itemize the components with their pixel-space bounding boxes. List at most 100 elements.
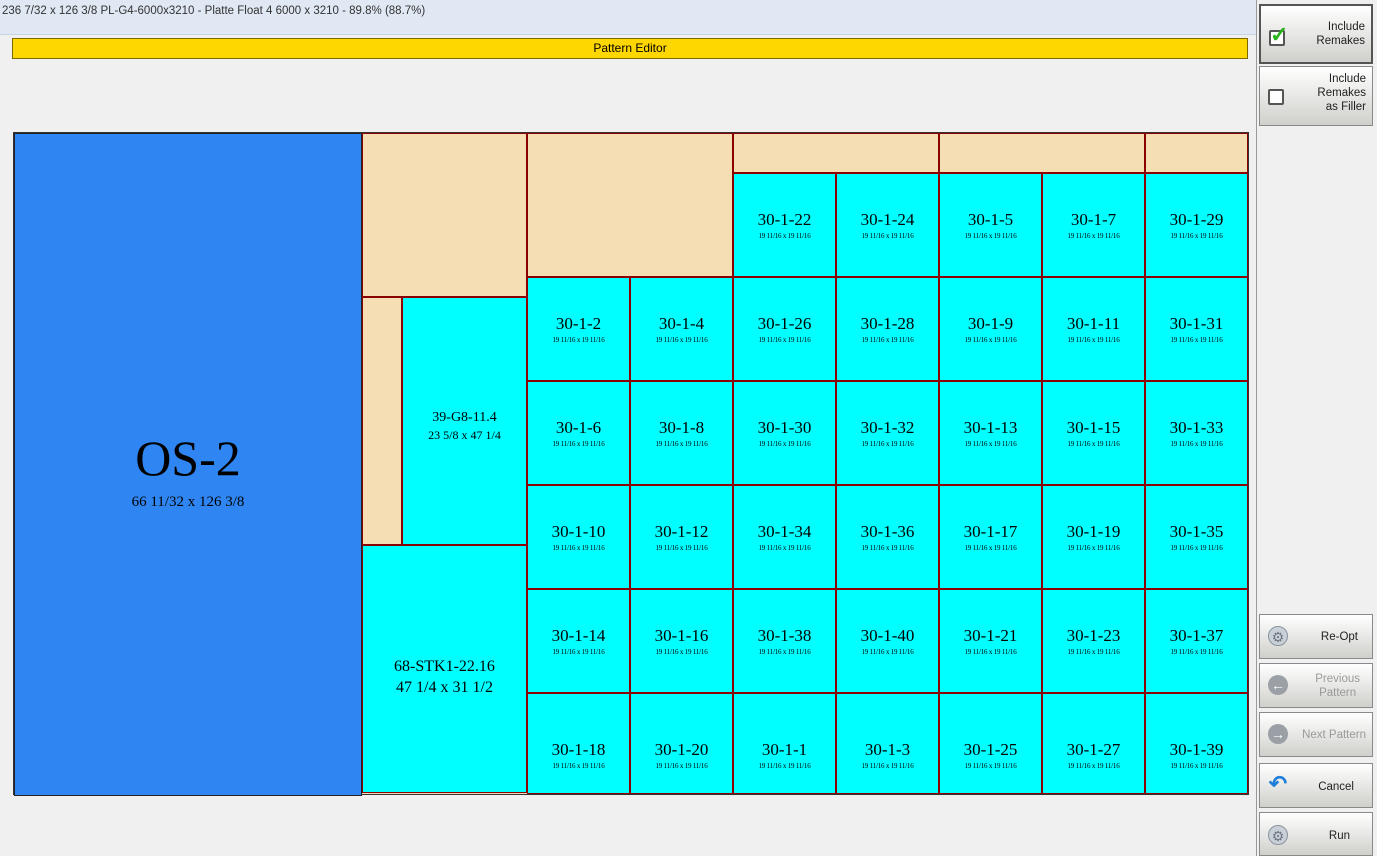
- piece-dimensions: 19 11/16 x 19 11/16: [861, 544, 914, 552]
- include-remakes-toggle[interactable]: ✓ Include Remakes: [1259, 4, 1373, 64]
- window-title: 236 7/32 x 126 3/8 PL-G4-6000x3210 - Pla…: [2, 5, 426, 17]
- part-piece[interactable]: 30-1-37 19 11/16 x 19 11/16: [1145, 589, 1248, 693]
- part-piece[interactable]: 30-1-7 19 11/16 x 19 11/16: [1042, 173, 1145, 277]
- part-piece[interactable]: 30-1-21 19 11/16 x 19 11/16: [939, 589, 1042, 693]
- part-piece[interactable]: 30-1-5 19 11/16 x 19 11/16: [939, 173, 1042, 277]
- piece-dimensions: 19 11/16 x 19 11/16: [1067, 336, 1120, 344]
- offcut-piece-os-2[interactable]: OS-2 66 11/32 x 126 3/8: [14, 133, 362, 796]
- cutting-pattern-sheet[interactable]: OS-2 66 11/32 x 126 3/8 39-G8-11.4 23 5/…: [13, 132, 1249, 796]
- piece-label: 30-1-3: [864, 740, 911, 759]
- piece-label: 30-1-24: [860, 210, 915, 229]
- piece-dimensions: 19 11/16 x 19 11/16: [552, 762, 605, 770]
- part-piece[interactable]: 30-1-25 19 11/16 x 19 11/16: [939, 693, 1042, 794]
- piece-dimensions: 47 1/4 x 31 1/2: [396, 679, 493, 696]
- piece-dimensions: 66 11/32 x 126 3/8: [131, 494, 245, 510]
- cancel-button[interactable]: ↶ Cancel: [1259, 763, 1373, 808]
- include-remakes-checkbox[interactable]: ✓: [1269, 24, 1288, 46]
- previous-pattern-button[interactable]: ← Previous Pattern: [1259, 663, 1373, 708]
- piece-label: 30-1-23: [1066, 626, 1121, 645]
- piece-label: 30-1-36: [860, 522, 915, 541]
- piece-label: 68-STK1-22.16: [394, 658, 495, 675]
- piece-dimensions: 19 11/16 x 19 11/16: [861, 440, 914, 448]
- piece-label: 30-1-16: [654, 626, 709, 645]
- part-piece[interactable]: 30-1-11 19 11/16 x 19 11/16: [1042, 277, 1145, 381]
- part-piece[interactable]: 30-1-31 19 11/16 x 19 11/16: [1145, 277, 1248, 381]
- part-piece[interactable]: 30-1-19 19 11/16 x 19 11/16: [1042, 485, 1145, 589]
- piece-dimensions: 19 11/16 x 19 11/16: [861, 762, 914, 770]
- piece-label: 30-1-17: [963, 522, 1018, 541]
- part-piece[interactable]: 30-1-32 19 11/16 x 19 11/16: [836, 381, 939, 485]
- part-piece[interactable]: 30-1-40 19 11/16 x 19 11/16: [836, 589, 939, 693]
- part-piece[interactable]: 30-1-13 19 11/16 x 19 11/16: [939, 381, 1042, 485]
- part-piece[interactable]: 30-1-12 19 11/16 x 19 11/16: [630, 485, 733, 589]
- part-piece[interactable]: 30-1-18 19 11/16 x 19 11/16: [527, 693, 630, 794]
- piece-label: 30-1-21: [963, 626, 1018, 645]
- piece-dimensions: 19 11/16 x 19 11/16: [1067, 544, 1120, 552]
- piece-dimensions: 19 11/16 x 19 11/16: [964, 440, 1017, 448]
- part-piece[interactable]: 30-1-22 19 11/16 x 19 11/16: [733, 173, 836, 277]
- part-piece-39-g8-11-4[interactable]: 39-G8-11.4 23 5/8 x 47 1/4: [402, 297, 527, 545]
- piece-dimensions: 19 11/16 x 19 11/16: [1170, 762, 1223, 770]
- part-piece[interactable]: 30-1-24 19 11/16 x 19 11/16: [836, 173, 939, 277]
- piece-dimensions: 19 11/16 x 19 11/16: [758, 648, 811, 656]
- part-piece[interactable]: 30-1-6 19 11/16 x 19 11/16: [527, 381, 630, 485]
- part-piece[interactable]: 30-1-39 19 11/16 x 19 11/16: [1145, 693, 1248, 794]
- gear-run-icon: ⚙: [1268, 825, 1288, 845]
- piece-label: 30-1-4: [658, 314, 705, 333]
- piece-dimensions: 19 11/16 x 19 11/16: [1170, 440, 1223, 448]
- piece-dimensions: 19 11/16 x 19 11/16: [1067, 762, 1120, 770]
- piece-label: 30-1-28: [860, 314, 915, 333]
- part-piece[interactable]: 30-1-26 19 11/16 x 19 11/16: [733, 277, 836, 381]
- part-piece[interactable]: 30-1-16 19 11/16 x 19 11/16: [630, 589, 733, 693]
- re-opt-button[interactable]: ⚙ Re-Opt: [1259, 614, 1373, 659]
- next-pattern-button[interactable]: → Next Pattern: [1259, 712, 1373, 757]
- waste-region: [362, 297, 402, 545]
- next-pattern-label: Next Pattern: [1302, 729, 1366, 741]
- piece-label: 30-1-9: [967, 314, 1014, 333]
- piece-label: 30-1-32: [860, 418, 915, 437]
- waste-region: [1145, 133, 1248, 173]
- waste-region: [527, 133, 733, 277]
- pattern-editor-header: Pattern Editor: [12, 38, 1248, 59]
- part-piece-68-stk1-22-16[interactable]: 68-STK1-22.16 47 1/4 x 31 1/2: [362, 545, 527, 793]
- part-piece[interactable]: 30-1-10 19 11/16 x 19 11/16: [527, 485, 630, 589]
- piece-dimensions: 19 11/16 x 19 11/16: [758, 336, 811, 344]
- part-piece[interactable]: 30-1-33 19 11/16 x 19 11/16: [1145, 381, 1248, 485]
- part-piece[interactable]: 30-1-20 19 11/16 x 19 11/16: [630, 693, 733, 794]
- piece-label: 30-1-19: [1066, 522, 1121, 541]
- include-remakes-as-filler-checkbox[interactable]: [1268, 89, 1284, 105]
- piece-dimensions: 19 11/16 x 19 11/16: [655, 440, 708, 448]
- piece-label: 30-1-10: [551, 522, 606, 541]
- previous-label-1: Previous: [1315, 673, 1360, 685]
- checkmark-icon: ✓: [1270, 22, 1289, 47]
- piece-label: 30-1-12: [654, 522, 709, 541]
- piece-dimensions: 19 11/16 x 19 11/16: [964, 544, 1017, 552]
- piece-label: 30-1-29: [1169, 210, 1224, 229]
- part-piece[interactable]: 30-1-2 19 11/16 x 19 11/16: [527, 277, 630, 381]
- part-piece[interactable]: 30-1-15 19 11/16 x 19 11/16: [1042, 381, 1145, 485]
- part-piece[interactable]: 30-1-29 19 11/16 x 19 11/16: [1145, 173, 1248, 277]
- piece-dimensions: 19 11/16 x 19 11/16: [758, 544, 811, 552]
- piece-dimensions: 19 11/16 x 19 11/16: [758, 440, 811, 448]
- part-piece[interactable]: 30-1-9 19 11/16 x 19 11/16: [939, 277, 1042, 381]
- part-piece[interactable]: 30-1-28 19 11/16 x 19 11/16: [836, 277, 939, 381]
- part-piece[interactable]: 30-1-14 19 11/16 x 19 11/16: [527, 589, 630, 693]
- part-piece[interactable]: 30-1-35 19 11/16 x 19 11/16: [1145, 485, 1248, 589]
- piece-dimensions: 19 11/16 x 19 11/16: [655, 648, 708, 656]
- piece-label: 30-1-6: [555, 418, 602, 437]
- part-piece[interactable]: 30-1-4 19 11/16 x 19 11/16: [630, 277, 733, 381]
- part-piece[interactable]: 30-1-34 19 11/16 x 19 11/16: [733, 485, 836, 589]
- part-piece[interactable]: 30-1-38 19 11/16 x 19 11/16: [733, 589, 836, 693]
- part-piece[interactable]: 30-1-30 19 11/16 x 19 11/16: [733, 381, 836, 485]
- gear-icon: ⚙: [1268, 626, 1288, 646]
- part-piece[interactable]: 30-1-36 19 11/16 x 19 11/16: [836, 485, 939, 589]
- run-button[interactable]: ⚙ Run: [1259, 812, 1373, 856]
- include-remakes-as-filler-toggle[interactable]: Include Remakes as Filler: [1259, 66, 1373, 126]
- part-piece[interactable]: 30-1-27 19 11/16 x 19 11/16: [1042, 693, 1145, 794]
- part-piece[interactable]: 30-1-8 19 11/16 x 19 11/16: [630, 381, 733, 485]
- part-piece[interactable]: 30-1-17 19 11/16 x 19 11/16: [939, 485, 1042, 589]
- part-piece[interactable]: 30-1-3 19 11/16 x 19 11/16: [836, 693, 939, 794]
- part-piece[interactable]: 30-1-1 19 11/16 x 19 11/16: [733, 693, 836, 794]
- piece-label: 30-1-18: [551, 740, 606, 759]
- part-piece[interactable]: 30-1-23 19 11/16 x 19 11/16: [1042, 589, 1145, 693]
